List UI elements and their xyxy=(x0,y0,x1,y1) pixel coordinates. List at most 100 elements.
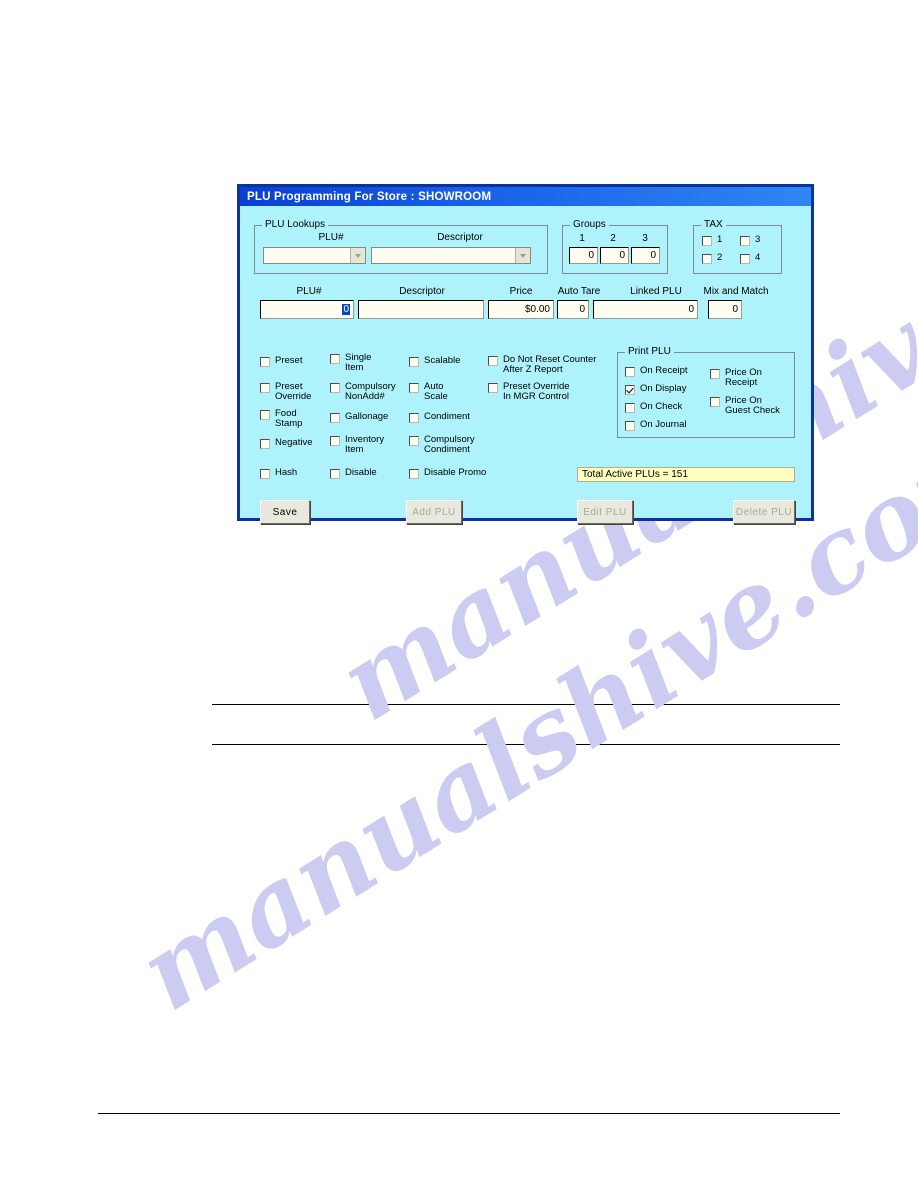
checkbox-icon[interactable] xyxy=(260,469,270,479)
price-on-guest-check[interactable]: Price On Guest Check xyxy=(710,396,780,416)
option-compulsory-condiment-label: Compulsory Condiment xyxy=(424,434,475,455)
edit-plu-button[interactable]: Edit PLU xyxy=(577,500,633,524)
checkbox-icon[interactable] xyxy=(330,354,340,364)
option-gallonage-label: Gallonage xyxy=(345,411,389,422)
checkbox-icon[interactable] xyxy=(488,383,498,393)
option-condiment-label: Condiment xyxy=(424,411,470,422)
option-compulsory-nonadd-label: Compulsory NonAdd# xyxy=(345,381,396,402)
plu-input[interactable]: 0 xyxy=(260,300,354,319)
descriptor-input[interactable] xyxy=(358,300,484,319)
option-compulsory-nonadd[interactable]: Compulsory NonAdd# xyxy=(330,382,396,402)
group-3-input[interactable]: 0 xyxy=(631,247,660,264)
tax-checkbox-1[interactable]: 1 xyxy=(702,235,722,246)
descriptor-label: Descriptor xyxy=(399,286,445,297)
price-on-guest-check-label: Price On Guest Check xyxy=(725,395,780,416)
checkbox-icon[interactable] xyxy=(409,413,419,423)
checkbox-icon[interactable] xyxy=(260,357,270,367)
group-2-header: 2 xyxy=(610,233,616,244)
print-on-receipt[interactable]: On Receipt xyxy=(625,366,688,377)
print-on-display[interactable]: On Display xyxy=(625,384,686,395)
option-preset-label: Preset xyxy=(275,355,303,366)
price-on-receipt-label: Price On Receipt xyxy=(725,367,762,388)
checkbox-icon[interactable] xyxy=(409,469,419,479)
checkbox-icon[interactable] xyxy=(710,369,720,379)
option-condiment[interactable]: Condiment xyxy=(409,412,470,423)
checkbox-icon[interactable] xyxy=(740,254,750,264)
price-input[interactable]: $0.00 xyxy=(488,300,554,319)
price-on-receipt[interactable]: Price On Receipt xyxy=(710,368,762,388)
price-label: Price xyxy=(509,286,533,297)
linked-plu-input[interactable]: 0 xyxy=(593,300,698,319)
option-compulsory-condiment[interactable]: Compulsory Condiment xyxy=(409,435,475,455)
dialog-title-bar: PLU Programming For Store : SHOWROOM xyxy=(240,187,811,206)
option-food-stamp[interactable]: Food Stamp xyxy=(260,409,302,429)
save-button[interactable]: Save xyxy=(260,500,310,524)
mix-and-match-input[interactable]: 0 xyxy=(708,300,742,319)
option-preset-override-mgr[interactable]: Preset Override In MGR Control xyxy=(488,382,570,402)
print-on-check[interactable]: On Check xyxy=(625,402,682,413)
checkbox-icon[interactable] xyxy=(330,383,340,393)
option-hash[interactable]: Hash xyxy=(260,468,297,479)
lookup-descriptor-combobox[interactable] xyxy=(371,247,531,264)
checkbox-icon[interactable] xyxy=(330,436,340,446)
checkbox-icon[interactable] xyxy=(710,397,720,407)
checkbox-icon[interactable] xyxy=(740,236,750,246)
checkbox-icon[interactable] xyxy=(330,413,340,423)
option-inventory-item[interactable]: Inventory Item xyxy=(330,435,384,455)
option-single-item[interactable]: Single Item xyxy=(330,353,371,373)
print-on-journal[interactable]: On Journal xyxy=(625,420,686,431)
checkbox-icon[interactable] xyxy=(409,383,419,393)
group-1-input[interactable]: 0 xyxy=(569,247,598,264)
option-preset[interactable]: Preset xyxy=(260,356,302,367)
option-negative-label: Negative xyxy=(275,437,313,448)
page-rule-middle xyxy=(212,744,840,745)
page-rule-top xyxy=(212,704,840,705)
option-disable[interactable]: Disable xyxy=(330,468,377,479)
plu-label: PLU# xyxy=(296,286,322,297)
auto-tare-input[interactable]: 0 xyxy=(557,300,589,319)
lookup-plu-combobox[interactable] xyxy=(263,247,366,264)
add-plu-button[interactable]: Add PLU xyxy=(406,500,462,524)
print-on-check-label: On Check xyxy=(640,401,683,412)
option-preset-override[interactable]: Preset Override xyxy=(260,382,311,402)
tax-checkbox-2[interactable]: 2 xyxy=(702,253,722,264)
checkbox-icon[interactable] xyxy=(260,439,270,449)
tax-checkbox-4[interactable]: 4 xyxy=(740,253,760,264)
dialog-title: PLU Programming For Store : SHOWROOM xyxy=(247,190,492,203)
option-scalable[interactable]: Scalable xyxy=(409,356,460,367)
option-gallonage[interactable]: Gallonage xyxy=(330,412,388,423)
checkbox-icon[interactable] xyxy=(625,367,635,377)
checkbox-icon[interactable] xyxy=(409,357,419,367)
option-scalable-label: Scalable xyxy=(424,355,461,366)
mix-and-match-label: Mix and Match xyxy=(703,286,769,297)
checkbox-icon[interactable] xyxy=(260,383,270,393)
option-food-stamp-label: Food Stamp xyxy=(275,408,303,429)
checkbox-icon[interactable] xyxy=(330,469,340,479)
tax-checkbox-1-label: 1 xyxy=(717,234,723,245)
tax-checkbox-3[interactable]: 3 xyxy=(740,235,760,246)
option-auto-scale[interactable]: Auto Scale xyxy=(409,382,448,402)
checkbox-icon[interactable] xyxy=(625,385,635,395)
checkbox-icon[interactable] xyxy=(625,421,635,431)
checkbox-icon[interactable] xyxy=(702,236,712,246)
checkbox-icon[interactable] xyxy=(488,356,498,366)
plu-programming-dialog: PLU Programming For Store : SHOWROOM PLU… xyxy=(237,184,814,524)
checkbox-icon[interactable] xyxy=(409,436,419,446)
group-2-input[interactable]: 0 xyxy=(600,247,629,264)
checkbox-icon[interactable] xyxy=(260,410,270,420)
chevron-down-icon[interactable] xyxy=(515,248,530,263)
checkbox-icon[interactable] xyxy=(625,403,635,413)
checkbox-icon[interactable] xyxy=(702,254,712,264)
status-bar: Total Active PLUs = 151 xyxy=(577,467,795,482)
tax-group-title: TAX xyxy=(701,219,726,230)
option-do-not-reset-counter[interactable]: Do Not Reset Counter After Z Report xyxy=(488,355,596,375)
tax-group: TAX xyxy=(693,219,782,274)
tax-checkbox-3-label: 3 xyxy=(755,234,761,245)
chevron-down-icon[interactable] xyxy=(350,248,365,263)
delete-plu-button[interactable]: Delete PLU xyxy=(733,500,795,524)
plu-lookups-group-title: PLU Lookups xyxy=(262,219,329,230)
option-disable-promo[interactable]: Disable Promo xyxy=(409,468,486,479)
option-negative[interactable]: Negative xyxy=(260,438,313,449)
option-preset-override-mgr-label: Preset Override In MGR Control xyxy=(503,381,570,402)
lookup-plu-label: PLU# xyxy=(318,232,344,243)
